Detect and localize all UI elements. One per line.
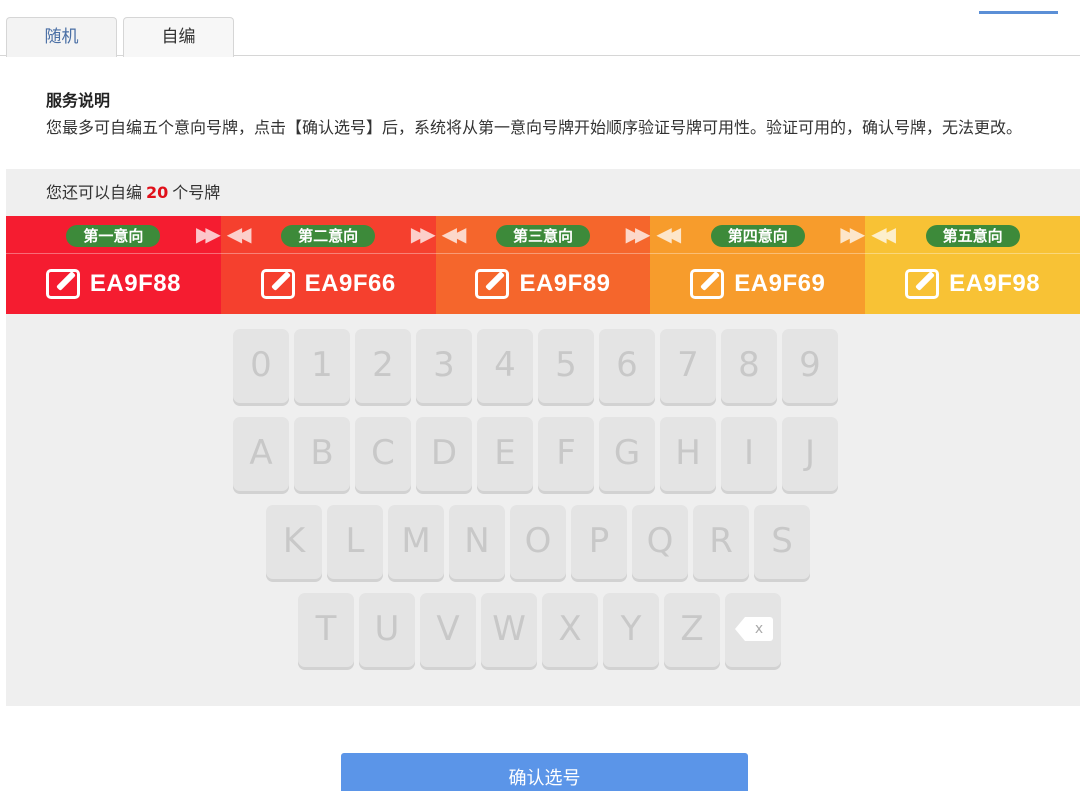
delete-key[interactable]: x [725, 593, 781, 667]
plate-code: EA9F98 [949, 270, 1041, 297]
key-7[interactable]: 7 [660, 329, 716, 403]
move-right-icon[interactable]: ▶▶ [626, 222, 651, 246]
key-d[interactable]: D [416, 417, 472, 491]
remaining-count-text: 您还可以自编 20 个号牌 [46, 179, 220, 203]
edit-icon[interactable] [475, 269, 510, 299]
keyboard-row-digits: 0123456789 [233, 329, 838, 403]
move-left-icon[interactable]: ◀◀ [227, 222, 252, 246]
keyboard-row-k-s: KLMNOPQRS [266, 505, 810, 579]
keyboard-row-a-j: ABCDEFGHIJ [233, 417, 838, 491]
key-e[interactable]: E [477, 417, 533, 491]
plate-body[interactable]: EA9F69 [650, 254, 865, 314]
key-2[interactable]: 2 [355, 329, 411, 403]
key-g[interactable]: G [599, 417, 655, 491]
plate-slot-2[interactable]: ◀◀ 第二意向 ▶▶ EA9F66 [220, 216, 436, 314]
move-right-icon[interactable]: ▶▶ [196, 222, 221, 246]
key-s[interactable]: S [754, 505, 810, 579]
service-text: 您最多可自编五个意向号牌，点击【确认选号】后，系统将从第一意向号牌开始顺序验证号… [46, 118, 1023, 137]
key-a[interactable]: A [233, 417, 289, 491]
tab-random[interactable]: 随机 [6, 17, 117, 57]
plate-priority-label: 第三意向 [495, 225, 590, 247]
key-j[interactable]: J [782, 417, 838, 491]
key-p[interactable]: P [571, 505, 627, 579]
keyboard-row-t-z: TUVWXYZx [298, 593, 781, 667]
plate-strip: 第一意向 ▶▶ EA9F88 ◀◀ 第二意向 ▶▶ EA9F66 ◀◀ 第三意向 ▶▶ EA9F89… [6, 216, 1080, 314]
key-f[interactable]: F [538, 417, 594, 491]
plate-slot-4[interactable]: ◀◀ 第四意向 ▶▶ EA9F69 [650, 216, 866, 314]
backspace-icon: x [735, 617, 773, 641]
plate-body[interactable]: EA9F66 [221, 254, 436, 314]
key-0[interactable]: 0 [233, 329, 289, 403]
plate-header: ◀◀ 第二意向 ▶▶ [220, 216, 436, 254]
key-b[interactable]: B [294, 417, 350, 491]
key-h[interactable]: H [660, 417, 716, 491]
key-r[interactable]: R [693, 505, 749, 579]
plate-header: ◀◀ 第四意向 ▶▶ [650, 216, 866, 254]
key-i[interactable]: I [721, 417, 777, 491]
key-9[interactable]: 9 [782, 329, 838, 403]
plate-priority-label: 第四意向 [710, 225, 805, 247]
key-z[interactable]: Z [664, 593, 720, 667]
key-3[interactable]: 3 [416, 329, 472, 403]
move-right-icon[interactable]: ▶▶ [411, 222, 436, 246]
service-description: 服务说明 您最多可自编五个意向号牌，点击【确认选号】后，系统将从第一意向号牌开始… [6, 57, 1080, 169]
plate-code: EA9F69 [734, 270, 826, 297]
tab-custom[interactable]: 自编 [123, 17, 234, 57]
plate-header: ◀◀ 第三意向 ▶▶ [435, 216, 651, 254]
service-title: 服务说明 [46, 91, 111, 110]
key-o[interactable]: O [510, 505, 566, 579]
key-m[interactable]: M [388, 505, 444, 579]
edit-icon[interactable] [905, 269, 940, 299]
move-left-icon[interactable]: ◀◀ [442, 222, 467, 246]
key-x[interactable]: X [542, 593, 598, 667]
plate-body[interactable]: EA9F89 [436, 254, 651, 314]
plate-body[interactable]: EA9F88 [6, 254, 221, 314]
key-y[interactable]: Y [603, 593, 659, 667]
edit-icon[interactable] [690, 269, 725, 299]
plate-code: EA9F89 [519, 270, 611, 297]
key-l[interactable]: L [327, 505, 383, 579]
key-w[interactable]: W [481, 593, 537, 667]
remaining-count: 20 [146, 183, 169, 202]
edit-icon[interactable] [260, 269, 295, 299]
key-u[interactable]: U [359, 593, 415, 667]
key-q[interactable]: Q [632, 505, 688, 579]
plate-body[interactable]: EA9F98 [865, 254, 1080, 314]
plate-code: EA9F66 [304, 270, 396, 297]
plate-slot-1[interactable]: 第一意向 ▶▶ EA9F88 [6, 216, 221, 314]
key-v[interactable]: V [420, 593, 476, 667]
key-n[interactable]: N [449, 505, 505, 579]
move-right-icon[interactable]: ▶▶ [840, 222, 865, 246]
key-k[interactable]: K [266, 505, 322, 579]
move-left-icon[interactable]: ◀◀ [871, 222, 896, 246]
key-5[interactable]: 5 [538, 329, 594, 403]
plate-priority-label: 第二意向 [281, 225, 376, 247]
plate-slot-3[interactable]: ◀◀ 第三意向 ▶▶ EA9F89 [435, 216, 651, 314]
key-t[interactable]: T [298, 593, 354, 667]
remaining-prefix: 您还可以自编 [46, 183, 143, 202]
tab-bar: 随机 自编 [0, 0, 1080, 57]
backspace-glyph: x [745, 617, 773, 641]
edit-icon[interactable] [45, 269, 80, 299]
plate-priority-label: 第一意向 [66, 225, 161, 247]
key-c[interactable]: C [355, 417, 411, 491]
plate-priority-label: 第五意向 [925, 225, 1020, 247]
confirm-selection-button[interactable]: 确认选号 [341, 753, 748, 791]
key-8[interactable]: 8 [721, 329, 777, 403]
key-4[interactable]: 4 [477, 329, 533, 403]
plate-header: ◀◀ 第五意向 [865, 216, 1080, 254]
plate-slot-5[interactable]: ◀◀ 第五意向 EA9F98 [865, 216, 1080, 314]
key-1[interactable]: 1 [294, 329, 350, 403]
key-6[interactable]: 6 [599, 329, 655, 403]
move-left-icon[interactable]: ◀◀ [656, 222, 681, 246]
remaining-suffix: 个号牌 [172, 183, 221, 202]
plate-header: 第一意向 ▶▶ [6, 216, 221, 254]
plate-code: EA9F88 [89, 270, 181, 297]
